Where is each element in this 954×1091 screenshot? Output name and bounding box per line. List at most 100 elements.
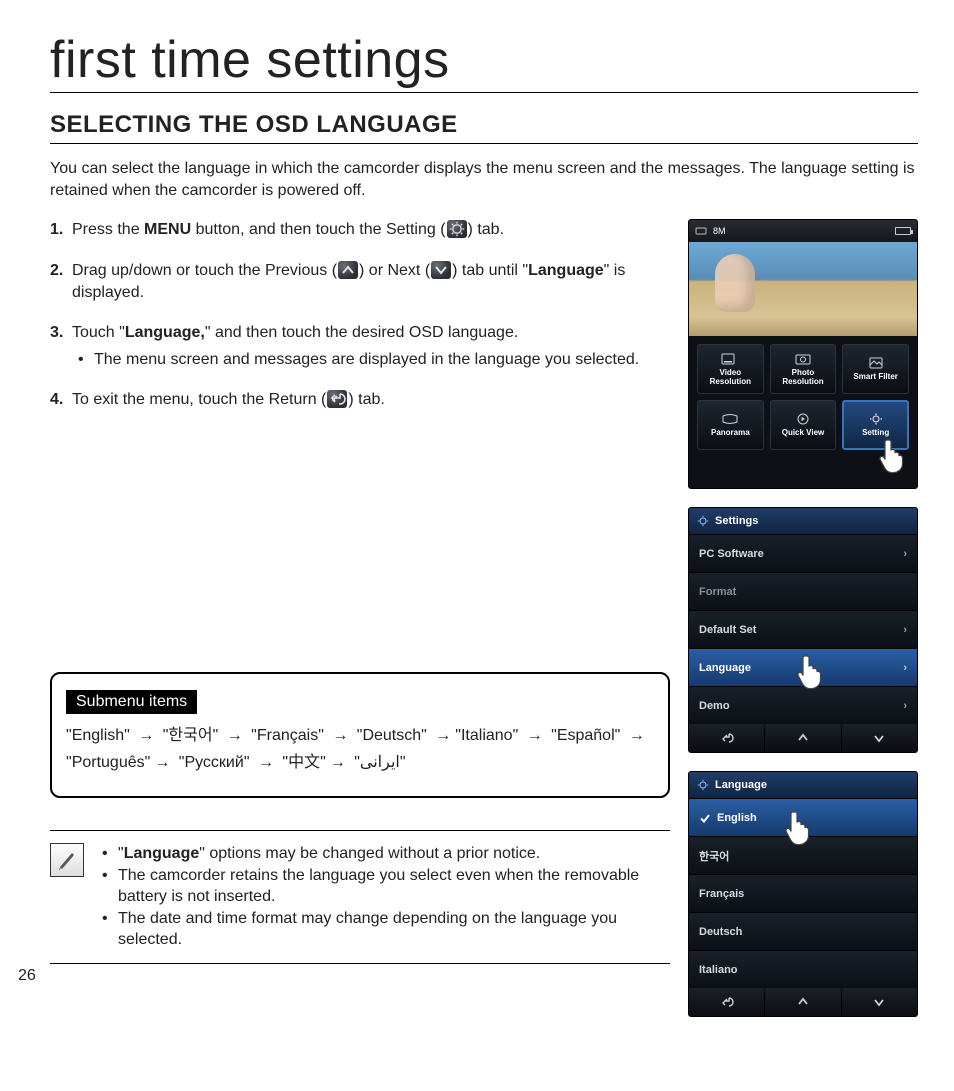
page-number: 26	[18, 967, 36, 985]
row-francais[interactable]: Français	[689, 874, 917, 912]
text: ) tab.	[468, 221, 504, 238]
submenu-item: Italiano	[461, 727, 513, 744]
settings-list: PC Software › Format Default Set › Languag…	[689, 534, 917, 724]
section-heading: SELECTING THE OSD LANGUAGE	[50, 111, 918, 144]
step-1: Press the MENU button, and then touch th…	[50, 219, 670, 241]
note-box: "Language" options may be changed withou…	[50, 830, 670, 964]
status-bar: 8M	[689, 220, 917, 242]
tile-video-resolution[interactable]: Video Resolution	[697, 344, 764, 394]
row-label: English	[717, 812, 757, 824]
submenu-item: Español	[557, 727, 615, 744]
row-format[interactable]: Format	[689, 572, 917, 610]
text: " and then touch the desired OSD languag…	[205, 324, 518, 341]
next-button[interactable]	[841, 988, 917, 1016]
submenu-badge: Submenu items	[66, 690, 197, 714]
text: Touch "	[72, 324, 125, 341]
row-deutsch[interactable]: Deutsch	[689, 912, 917, 950]
submenu-item: English	[72, 727, 124, 744]
tile-photo-resolution[interactable]: Photo Resolution	[770, 344, 837, 394]
mode-label: 8M	[713, 226, 726, 236]
bold: Language,	[125, 324, 205, 341]
submenu-item: Deutsch	[362, 727, 421, 744]
screenshot-settings-list: Settings PC Software › Format Default Set…	[688, 507, 918, 753]
submenu-item: Português	[72, 754, 145, 771]
row-italiano[interactable]: Italiano	[689, 950, 917, 988]
next-icon	[431, 261, 451, 279]
row-label: Default Set	[699, 624, 756, 636]
row-label: Deutsch	[699, 926, 742, 938]
row-label: Language	[699, 662, 751, 674]
row-label: Format	[699, 586, 736, 598]
text: button, and then touch the Setting (	[191, 221, 445, 238]
text: To exit the menu, touch the Return (	[72, 391, 326, 408]
tile-label: Smart Filter	[853, 373, 897, 382]
note-list: "Language" options may be changed withou…	[98, 843, 670, 951]
submenu-item: ایرانی	[360, 754, 400, 771]
row-pc-software[interactable]: PC Software ›	[689, 534, 917, 572]
submenu-item: 中文	[288, 754, 320, 771]
check-icon	[699, 812, 711, 824]
text: Press the	[72, 221, 144, 238]
language-list: English 한국어 Français Deutsch Italiano	[689, 798, 917, 988]
row-english[interactable]: English	[689, 798, 917, 836]
tile-panorama[interactable]: Panorama	[697, 400, 764, 450]
battery-icon	[895, 227, 911, 235]
gear-icon	[697, 515, 709, 527]
step-3: Touch "Language," and then touch the des…	[50, 322, 670, 371]
chevron-right-icon: ›	[903, 662, 907, 674]
pane-title: Language	[715, 779, 767, 791]
row-default-set[interactable]: Default Set ›	[689, 610, 917, 648]
gear-icon	[447, 220, 467, 238]
return-icon	[327, 390, 347, 408]
note-icon	[50, 843, 84, 877]
tile-label: Video Resolution	[698, 369, 763, 387]
preview-image	[689, 242, 917, 336]
submenu-item: Français	[257, 727, 318, 744]
row-demo[interactable]: Demo ›	[689, 686, 917, 724]
text: Drag up/down or touch the Previous (	[72, 262, 337, 279]
pane-header: Settings	[689, 508, 917, 534]
tile-quick-view[interactable]: Quick View	[770, 400, 837, 450]
chevron-right-icon: ›	[903, 548, 907, 560]
tile-label: Photo Resolution	[771, 369, 836, 387]
row-label: Italiano	[699, 964, 738, 976]
row-label: Demo	[699, 700, 730, 712]
bold: Language	[528, 262, 604, 279]
tile-label: Panorama	[711, 429, 750, 438]
steps-list: Press the MENU button, and then touch th…	[50, 219, 670, 411]
row-label: PC Software	[699, 548, 764, 560]
screenshot-menu-grid: 8M Video Resolution Photo Resolution Sma…	[688, 219, 918, 489]
screenshot-language-list: Language English 한국어 Français Deutsch It…	[688, 771, 918, 1017]
row-language[interactable]: Language ›	[689, 648, 917, 686]
chevron-right-icon: ›	[903, 700, 907, 712]
tile-label: Quick View	[782, 429, 825, 438]
previous-button[interactable]	[764, 988, 840, 1016]
previous-icon	[338, 261, 358, 279]
gear-icon	[697, 779, 709, 791]
nav-bar	[689, 724, 917, 752]
pane-header: Language	[689, 772, 917, 798]
page-title: first time settings	[50, 30, 918, 93]
note-item: "Language" options may be changed withou…	[98, 843, 670, 865]
step-4: To exit the menu, touch the Return ( ) ta…	[50, 389, 670, 411]
submenu-item: Русский	[184, 754, 243, 771]
menu-grid: Video Resolution Photo Resolution Smart …	[689, 336, 917, 458]
nav-bar	[689, 988, 917, 1016]
chevron-right-icon: ›	[903, 624, 907, 636]
row-korean[interactable]: 한국어	[689, 836, 917, 874]
previous-button[interactable]	[764, 724, 840, 752]
text: ) or Next (	[359, 262, 430, 279]
bold: MENU	[144, 221, 191, 238]
text: ) tab.	[348, 391, 384, 408]
row-label: 한국어	[699, 848, 729, 864]
right-column: 8M Video Resolution Photo Resolution Sma…	[688, 219, 918, 1017]
left-column: Press the MENU button, and then touch th…	[50, 219, 670, 1017]
tile-setting[interactable]: Setting	[842, 400, 909, 450]
row-label: Français	[699, 888, 744, 900]
return-button[interactable]	[689, 988, 764, 1016]
step-2: Drag up/down or touch the Previous ( ) or…	[50, 260, 670, 305]
next-button[interactable]	[841, 724, 917, 752]
return-button[interactable]	[689, 724, 764, 752]
tile-smart-filter[interactable]: Smart Filter	[842, 344, 909, 394]
intro-text: You can select the language in which the…	[50, 158, 918, 201]
